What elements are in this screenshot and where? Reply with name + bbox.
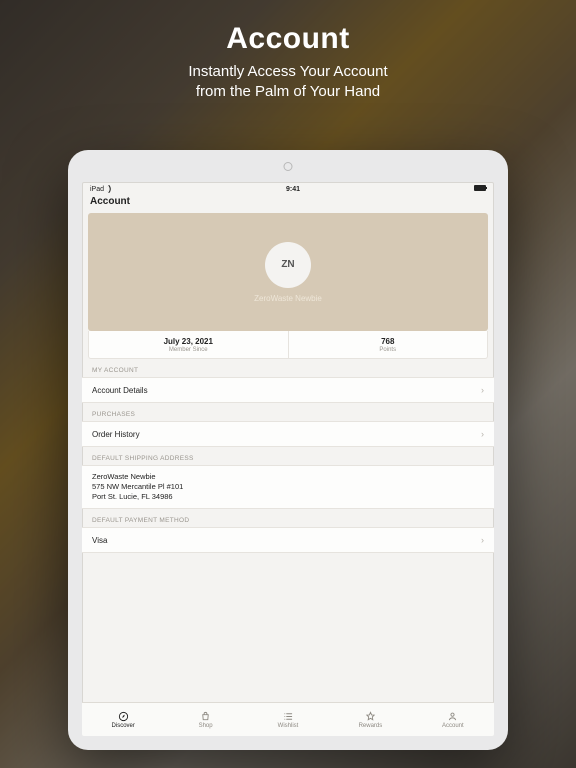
hero-subtitle: Instantly Access Your Account from the P…: [0, 62, 576, 103]
label-purchases: PURCHASES: [82, 403, 494, 421]
bag-icon: [200, 711, 211, 722]
label-shipping: DEFAULT SHIPPING ADDRESS: [82, 447, 494, 465]
stat-points: 768 Points: [288, 331, 488, 358]
status-bar: iPad 9:41: [82, 182, 494, 194]
person-icon: [447, 711, 458, 722]
star-icon: [365, 711, 376, 722]
shipping-address: ZeroWaste Newbie 575 NW Mercantile Pl #1…: [82, 465, 494, 509]
compass-icon: [118, 711, 129, 722]
tab-discover[interactable]: Discover: [82, 703, 164, 736]
promo-stage: Account Instantly Access Your Account fr…: [0, 0, 576, 768]
ipad-frame: iPad 9:41 Account ZN ZeroWaste Newbie Ju…: [68, 150, 508, 750]
tab-wishlist[interactable]: Wishlist: [247, 703, 329, 736]
app-screen: iPad 9:41 Account ZN ZeroWaste Newbie Ju…: [82, 182, 494, 736]
row-payment[interactable]: Visa ›: [82, 527, 494, 553]
label-payment: DEFAULT PAYMENT METHOD: [82, 509, 494, 527]
page-title: Account: [82, 194, 494, 213]
hero-title: Account: [0, 22, 576, 56]
stats-row: July 23, 2021 Member Since 768 Points: [88, 331, 488, 359]
chevron-right-icon: ›: [481, 429, 484, 439]
tab-rewards[interactable]: Rewards: [329, 703, 411, 736]
status-time: 9:41: [112, 186, 474, 193]
profile-name: ZeroWaste Newbie: [254, 294, 322, 303]
status-device: iPad: [90, 185, 112, 193]
tab-account[interactable]: Account: [412, 703, 494, 736]
tab-bar: Discover Shop Wishlist Rewards Account: [82, 702, 494, 736]
tab-shop[interactable]: Shop: [164, 703, 246, 736]
content: ZN ZeroWaste Newbie July 23, 2021 Member…: [82, 213, 494, 702]
hero: Account Instantly Access Your Account fr…: [0, 0, 576, 103]
home-button: [284, 162, 293, 171]
battery-icon: [474, 185, 486, 193]
stat-member-since: July 23, 2021 Member Since: [89, 331, 288, 358]
profile-card: ZN ZeroWaste Newbie: [88, 213, 488, 331]
chevron-right-icon: ›: [481, 385, 484, 395]
avatar: ZN: [265, 242, 311, 288]
list-icon: [283, 711, 294, 722]
row-account-details[interactable]: Account Details ›: [82, 377, 494, 403]
row-order-history[interactable]: Order History ›: [82, 421, 494, 447]
label-my-account: MY ACCOUNT: [82, 359, 494, 377]
chevron-right-icon: ›: [481, 535, 484, 545]
